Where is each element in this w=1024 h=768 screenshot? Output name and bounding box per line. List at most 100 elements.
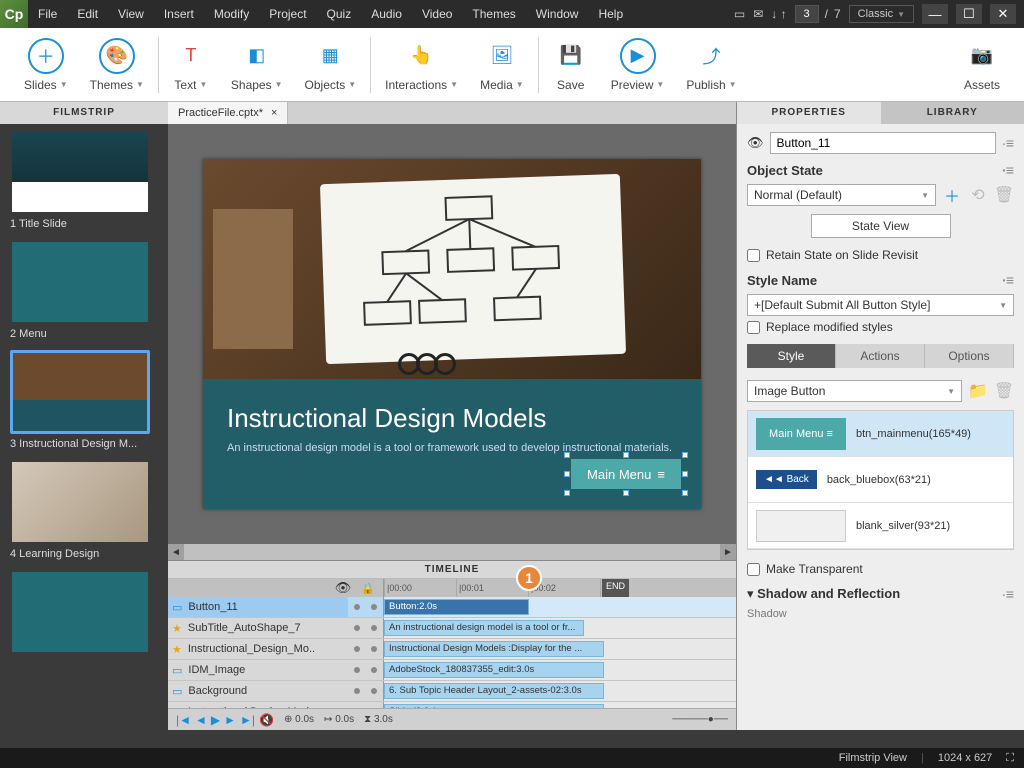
close-tab-icon[interactable]: × (271, 103, 277, 123)
lock-icon[interactable]: 🔒 (361, 582, 375, 595)
visibility-icon[interactable]: 👁 (747, 135, 764, 151)
button-list-item[interactable]: Main Menu ≡btn_mainmenu(165*49) (748, 411, 1013, 457)
tl-last-icon[interactable]: ►| (240, 713, 255, 727)
style-tab-actions[interactable]: Actions (836, 344, 925, 368)
status-expand-icon[interactable]: ⛶ (1006, 752, 1014, 765)
shadow-label: Shadow (747, 608, 1014, 620)
style-name-heading: Style Name (747, 273, 817, 288)
slide-text-band: Instructional Design Models An instructi… (203, 379, 701, 509)
tl-first-icon[interactable]: |◄ (176, 713, 191, 727)
menu-insert[interactable]: Insert (154, 0, 204, 28)
callout-1: 1 (516, 565, 542, 591)
window-close[interactable]: ✕ (990, 4, 1016, 24)
tl-play-icon[interactable]: ▶ (211, 713, 220, 727)
menu-file[interactable]: File (28, 0, 67, 28)
library-tab[interactable]: LIBRARY (881, 102, 1024, 124)
delete-icon[interactable]: 🗑 (994, 381, 1014, 401)
ribbon-interactions[interactable]: 👆 Interactions▼ (385, 38, 458, 92)
tl-audio-icon[interactable]: 🔇 (259, 713, 274, 727)
sync-icon[interactable]: ↓ ↑ (771, 7, 786, 21)
timeline-row[interactable]: ▭Background 6. Sub Topic Header Layout_2… (168, 681, 736, 702)
mail-icon[interactable]: ✉ (753, 7, 763, 21)
plus-icon: ＋ (28, 38, 64, 74)
window-minimize[interactable]: — (922, 4, 948, 24)
ribbon-save[interactable]: 💾 Save (553, 38, 589, 92)
menu-video[interactable]: Video (412, 0, 462, 28)
ribbon-themes[interactable]: 🎨 Themes▼ (90, 38, 144, 92)
folder-icon[interactable]: 📁 (968, 381, 988, 401)
state-view-button[interactable]: State View (811, 214, 951, 238)
add-state-icon[interactable]: ＋ (942, 185, 962, 205)
object-name-input[interactable] (770, 132, 996, 154)
timeline-play-controls[interactable]: |◄ ◄ ▶ ► ►| 🔇 (176, 713, 274, 727)
filmstrip-thumb[interactable]: 4 Learning Design (10, 460, 158, 560)
button-type-dropdown[interactable]: Image Button▼ (747, 380, 962, 402)
timeline-footer: |◄ ◄ ▶ ► ►| 🔇 ⊕ 0.0s ↦ 0.0s ⧗ 3.0s ─────… (168, 708, 736, 730)
filmstrip-thumb[interactable]: 2 Menu (10, 240, 158, 340)
zoom-slider[interactable]: ─────●── (672, 714, 728, 725)
menu-help[interactable]: Help (588, 0, 633, 28)
state-dropdown[interactable]: Normal (Default)▼ (747, 184, 936, 206)
scroll-left-icon[interactable]: ◄ (168, 544, 184, 560)
menu-quiz[interactable]: Quiz (317, 0, 362, 28)
document-tabs: PracticeFile.cptx* × (168, 102, 736, 124)
menu-modify[interactable]: Modify (204, 0, 259, 28)
window-maximize[interactable]: ☐ (956, 4, 982, 24)
make-transparent-checkbox[interactable]: Make Transparent (747, 562, 1014, 576)
ribbon-shapes[interactable]: ◧ Shapes▼ (231, 38, 283, 92)
timeline-ruler[interactable]: |00:00|00:01|00:02|00:03 (384, 579, 736, 597)
filmstrip-thumb[interactable] (10, 570, 158, 658)
text-icon: T (173, 38, 209, 74)
canvas-area[interactable]: Instructional Design Models An instructi… (168, 124, 736, 544)
object-state-heading: Object State (747, 163, 823, 178)
menu-audio[interactable]: Audio (361, 0, 412, 28)
reset-state-icon[interactable]: ⟲ (968, 185, 988, 205)
scroll-right-icon[interactable]: ► (720, 544, 736, 560)
timeline-row[interactable]: ★Instructional_Design_Mo.. Instructional… (168, 639, 736, 660)
timeline-row[interactable]: ▭IDM_Image AdobeStock_180837355_edit:3.0… (168, 660, 736, 681)
style-tab-style[interactable]: Style (747, 344, 836, 368)
timeline-row[interactable]: ▭Button_11 Button:2.0s (168, 597, 736, 618)
section-menu-icon[interactable]: ∙≡ (1002, 162, 1014, 178)
ribbon-publish[interactable]: ⤴ Publish▼ (686, 38, 736, 92)
menu-window[interactable]: Window (526, 0, 589, 28)
retain-state-checkbox[interactable]: Retain State on Slide Revisit (747, 248, 1014, 262)
menu-project[interactable]: Project (259, 0, 316, 28)
eye-icon[interactable]: 👁 (335, 580, 352, 596)
style-tab-options[interactable]: Options (925, 344, 1014, 368)
button-list-item[interactable]: blank_silver(93*21) (748, 503, 1013, 549)
ribbon-slides[interactable]: ＋ Slides▼ (24, 38, 68, 92)
ribbon-media[interactable]: 🖼 Media▼ (480, 38, 524, 92)
filmstrip-tab[interactable]: FILMSTRIP (0, 102, 168, 124)
ribbon-assets[interactable]: 📷 Assets (964, 38, 1000, 92)
timeline-row[interactable]: ★SubTitle_AutoShape_7 An instructional d… (168, 618, 736, 639)
properties-tab[interactable]: PROPERTIES (737, 102, 881, 124)
document-tab[interactable]: PracticeFile.cptx* × (168, 102, 288, 124)
assets-icon: 📷 (964, 38, 1000, 74)
button-list-item[interactable]: ◄◄ Backback_bluebox(63*21) (748, 457, 1013, 503)
menu-themes[interactable]: Themes (462, 0, 525, 28)
menu-edit[interactable]: Edit (67, 0, 108, 28)
slide-canvas[interactable]: Instructional Design Models An instructi… (203, 159, 701, 509)
delete-state-icon[interactable]: 🗑 (994, 185, 1014, 205)
style-dropdown[interactable]: +[Default Submit All Button Style]▼ (747, 294, 1014, 316)
horizontal-scrollbar[interactable]: ◄ ► (168, 544, 736, 560)
replace-styles-checkbox[interactable]: Replace modified styles (747, 320, 1014, 334)
shadow-heading[interactable]: ▾ Shadow and Reflection (747, 586, 900, 602)
main-menu-button[interactable]: Main Menu ≡ (571, 459, 681, 489)
section-menu-icon[interactable]: ∙≡ (1002, 272, 1014, 288)
tl-prev-icon[interactable]: ◄ (195, 713, 207, 727)
ribbon-text[interactable]: T Text▼ (173, 38, 209, 92)
page-current-input[interactable] (795, 5, 819, 23)
button-list[interactable]: Main Menu ≡btn_mainmenu(165*49)◄◄ Backba… (747, 410, 1014, 550)
panel-menu-icon[interactable]: ∙≡ (1002, 135, 1014, 151)
menu-view[interactable]: View (108, 0, 154, 28)
preview-icon[interactable]: ▭ (734, 7, 745, 21)
workspace-dropdown[interactable]: Classic▼ (849, 5, 914, 23)
filmstrip-thumb[interactable]: 1 Title Slide (10, 130, 158, 230)
filmstrip-thumb[interactable]: 3 Instructional Design M... (10, 350, 158, 450)
ribbon-preview[interactable]: ▶ Preview▼ (611, 38, 665, 92)
tl-next-icon[interactable]: ► (224, 713, 236, 727)
ribbon-objects[interactable]: ▦ Objects▼ (305, 38, 357, 92)
section-menu-icon[interactable]: ∙≡ (1002, 586, 1014, 602)
